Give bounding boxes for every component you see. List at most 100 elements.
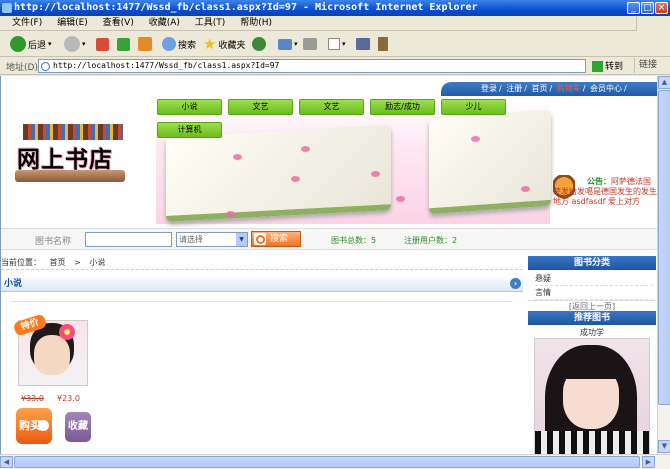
category-panel-title: 图书分类 [528, 256, 656, 270]
breadcrumb-prefix: 当前位置： [1, 258, 41, 267]
recommend-book-image[interactable] [534, 338, 650, 454]
notice-board: 公告：阿萨德法国 萨发给发噶是德国发生的发生地方 asdfasdf 爱上对方 [553, 175, 657, 225]
menu-file[interactable]: 文件(F) [12, 16, 42, 31]
open-book-image [166, 125, 391, 222]
petal-decoration [291, 176, 300, 182]
magnifier-icon [254, 233, 266, 245]
recommend-panel-title: 推荐图书 [528, 311, 656, 325]
notice-title: 公告： [587, 177, 611, 186]
favorite-button[interactable]: 收藏 [65, 412, 91, 442]
refresh-button[interactable] [117, 34, 130, 54]
category-literature-2[interactable]: 文艺 [299, 99, 364, 115]
search-icon [162, 37, 176, 51]
category-computer[interactable]: 计算机 [157, 122, 222, 138]
category-children[interactable]: 少儿 [441, 99, 506, 115]
scroll-left-icon[interactable]: ◀ [0, 456, 13, 468]
discuss-button[interactable] [356, 34, 370, 54]
stop-icon [96, 37, 109, 51]
notice-body: 萨发给发噶是德国发生的发生地方 asdfasdf 爱上对方 [553, 187, 657, 206]
window-title-bar: http://localhost:1477/Wssd_fb/class1.asp… [0, 0, 670, 16]
book-name-input[interactable] [85, 232, 172, 247]
menu-help[interactable]: 帮助(H) [240, 16, 272, 31]
home-button[interactable] [138, 34, 152, 54]
arrow-right-icon[interactable]: › [510, 278, 521, 289]
breadcrumb-home[interactable]: 首页 [50, 258, 66, 267]
search-submit-button[interactable]: 搜索 [251, 231, 301, 247]
buy-button[interactable]: 购买 [16, 408, 52, 444]
total-users: 注册用户数：2 [404, 236, 458, 245]
links-button[interactable]: 链接 [634, 58, 657, 73]
sidebar: 图书分类 悬疑 言情 [返回上一页] 推荐图书 成功学 [528, 256, 656, 454]
media-button[interactable] [252, 34, 266, 54]
category-select[interactable]: 请选择 ▼ [176, 232, 248, 247]
petal-decoration [471, 136, 480, 142]
horizontal-scrollbar[interactable]: ◀ ▶ [0, 454, 670, 469]
sidebar-category-item[interactable]: 悬疑 [535, 273, 653, 286]
home-link[interactable]: 首页 [532, 84, 548, 93]
section-title: 小说 [4, 279, 23, 289]
address-label: 地址(D) [6, 63, 38, 73]
mail-icon [278, 38, 292, 50]
vertical-scrollbar[interactable]: ▲ ▼ [657, 76, 670, 454]
mail-button[interactable]: ▾ [278, 34, 298, 54]
open-book-image-2 [429, 109, 551, 215]
star-icon: ★ [203, 35, 217, 53]
scroll-down-icon[interactable]: ▼ [658, 440, 670, 453]
cart-link[interactable]: 购物车 [557, 84, 581, 93]
maximize-button[interactable]: □ [641, 2, 654, 14]
ie-icon [2, 3, 12, 13]
recommend-book-title[interactable]: 成功学 [528, 327, 656, 338]
login-link[interactable]: 登录 [481, 84, 497, 93]
scroll-thumb[interactable] [658, 90, 670, 405]
hscroll-thumb[interactable] [14, 456, 640, 468]
scroll-right-icon[interactable]: ▶ [642, 456, 655, 468]
print-button[interactable] [303, 34, 317, 54]
stop-button[interactable] [96, 34, 109, 54]
close-button[interactable]: × [655, 2, 668, 14]
search-button[interactable]: 搜索 [162, 34, 196, 54]
toolbar: 后退 ▾ ▾ 搜索 ★ 收藏夹 ▾ ▾ [0, 31, 670, 57]
address-input[interactable]: http://localhost:1477/Wssd_fb/class1.asp… [38, 59, 586, 73]
category-inspiration[interactable]: 励志/成功 [370, 99, 435, 115]
research-icon [378, 37, 388, 51]
back-arrow-icon [10, 36, 26, 52]
home-icon [138, 37, 152, 51]
new-price: ¥23.0 [57, 394, 80, 403]
category-literature[interactable]: 文艺 [228, 99, 293, 115]
flower-icon [59, 324, 75, 340]
site-logo: 网上书店 [15, 120, 145, 182]
go-button[interactable]: 转到 [592, 59, 623, 72]
petal-decoration [301, 146, 310, 152]
menu-edit[interactable]: 编辑(E) [57, 16, 88, 31]
scroll-up-icon[interactable]: ▲ [658, 76, 670, 89]
sidebar-category-item[interactable]: 言情 [535, 287, 653, 300]
favorites-button[interactable]: ★ 收藏夹 [203, 34, 245, 54]
cart-arrow-icon [38, 420, 49, 431]
menu-tools[interactable]: 工具(T) [195, 16, 226, 31]
book-name-label: 图书名称 [35, 237, 72, 247]
edit-button[interactable]: ▾ [328, 34, 346, 54]
word-icon [328, 38, 340, 50]
register-link[interactable]: 注册 [506, 84, 522, 93]
product-card: 特价 ¥33.0 ¥23.0 购买 收藏 [12, 313, 103, 448]
forward-arrow-icon [64, 36, 80, 52]
petal-decoration [226, 211, 235, 217]
menu-view[interactable]: 查看(V) [103, 16, 134, 31]
window-title: http://localhost:1477/Wssd_fb/class1.asp… [14, 2, 478, 13]
member-center-link[interactable]: 会员中心 [590, 84, 622, 93]
discuss-icon [356, 38, 370, 50]
breadcrumb: 当前位置： 首页 > 小说 [1, 256, 523, 270]
divider [11, 301, 511, 302]
chevron-down-icon: ▼ [236, 233, 247, 246]
petal-decoration [233, 154, 242, 160]
forward-button[interactable]: ▾ [64, 34, 86, 54]
windows-flag-area [636, 16, 670, 31]
minimize-button[interactable]: _ [627, 2, 640, 14]
go-arrow-icon [592, 61, 603, 72]
research-button[interactable] [378, 34, 388, 54]
petal-decoration [371, 171, 380, 177]
back-button[interactable]: 后退 ▾ [10, 34, 52, 54]
total-books: 图书总数：5 [331, 236, 377, 245]
category-novel[interactable]: 小说 [157, 99, 222, 115]
menu-favorites[interactable]: 收藏(A) [149, 16, 180, 31]
